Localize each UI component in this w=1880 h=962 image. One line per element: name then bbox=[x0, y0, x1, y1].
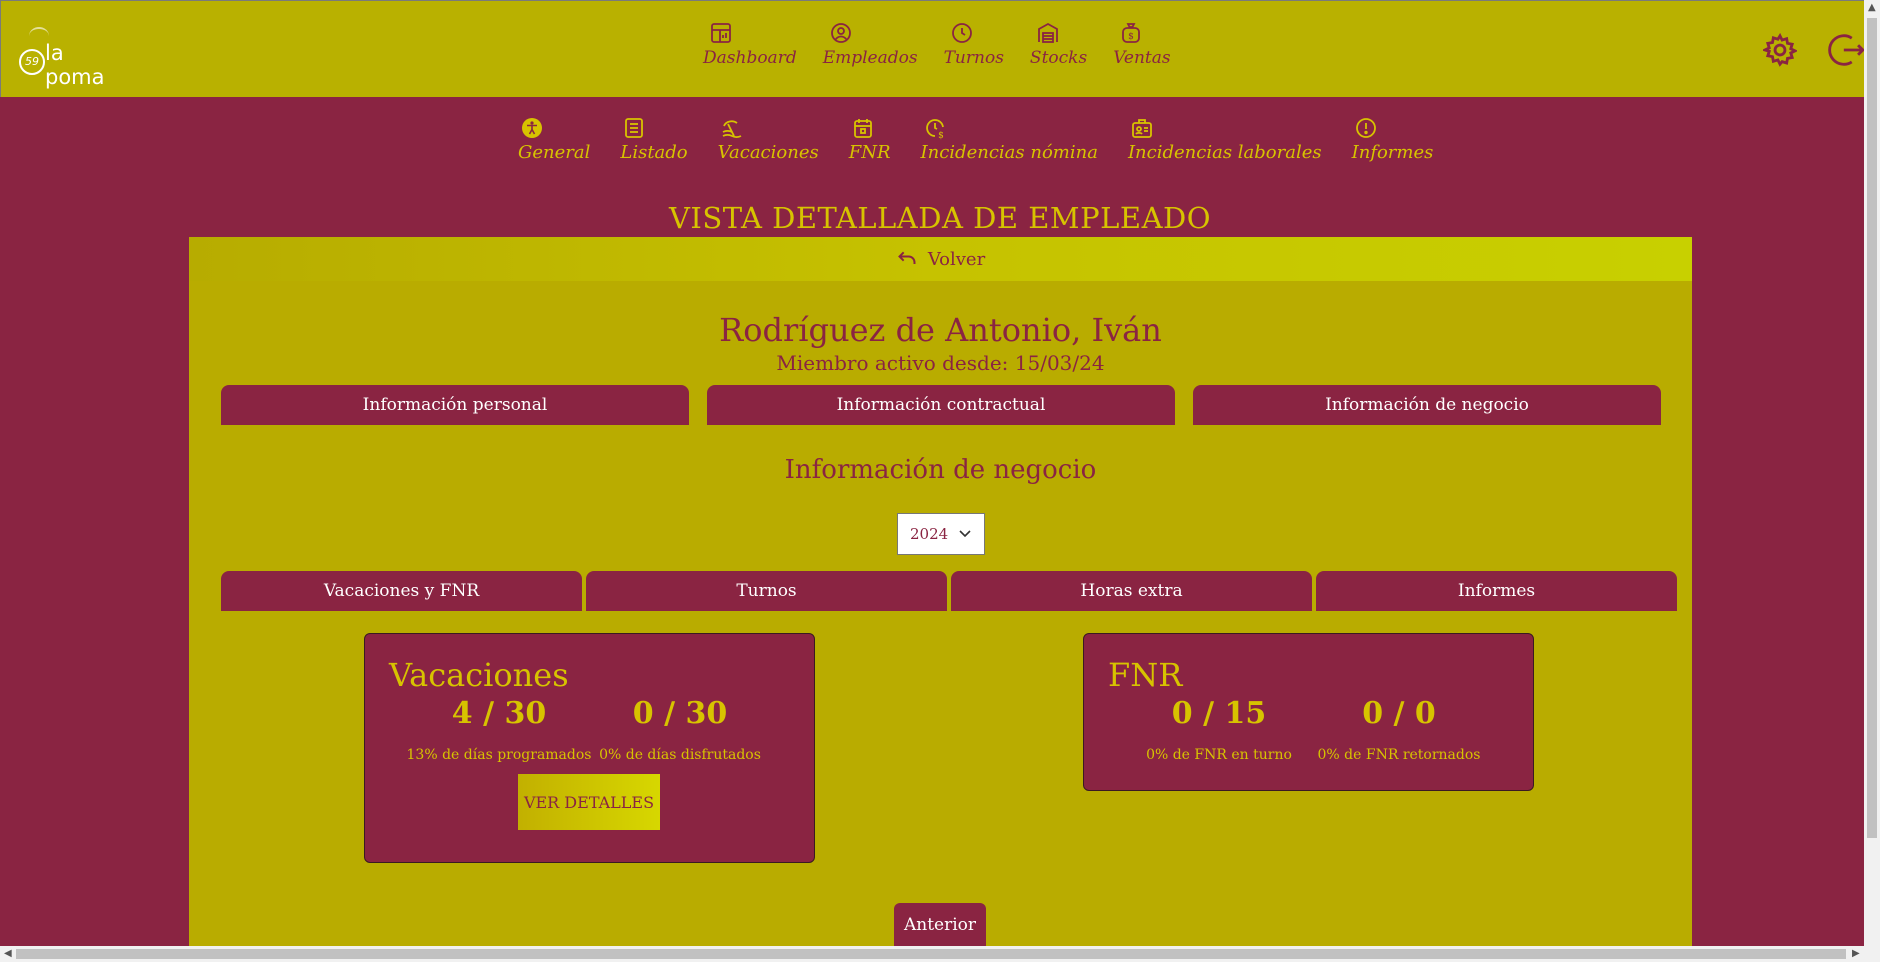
dashboard-icon bbox=[711, 23, 731, 43]
logo-text: la poma bbox=[45, 41, 105, 89]
fnr-card: FNR 0 / 15 0% de FNR en turno 0 / 0 0% d… bbox=[1083, 633, 1534, 791]
vertical-scroll-thumb[interactable] bbox=[1867, 18, 1877, 838]
subnav-label: Listado bbox=[620, 142, 688, 163]
subnav-item-listado[interactable]: Listado bbox=[620, 116, 688, 170]
vertical-scrollbar[interactable]: ▲ bbox=[1864, 0, 1880, 946]
back-label: Volver bbox=[927, 248, 986, 270]
tab-horas-extra[interactable]: Horas extra bbox=[951, 571, 1312, 611]
nav-item-turnos[interactable]: Turnos bbox=[944, 21, 1004, 81]
user-circle-icon bbox=[830, 23, 851, 43]
member-since: Miembro activo desde: 15/03/24 bbox=[776, 351, 1105, 375]
info-tabs: Información personal Información contrac… bbox=[221, 385, 1661, 425]
warehouse-icon bbox=[1038, 22, 1058, 43]
clock-dollar-icon: $ bbox=[925, 119, 944, 140]
year-select-value: 2024 bbox=[910, 525, 949, 543]
employee-name: Rodríguez de Antonio, Iván bbox=[719, 311, 1162, 349]
subnav-item-fnr[interactable]: FNR bbox=[849, 116, 891, 170]
section-title: Información de negocio bbox=[784, 455, 1097, 485]
ver-detalles-button[interactable]: VER DETALLES bbox=[518, 774, 660, 830]
settings-gear-icon[interactable] bbox=[1763, 33, 1797, 67]
svg-text:$: $ bbox=[1128, 32, 1134, 42]
vacaciones-card: Vacaciones 4 / 30 13% de días programado… bbox=[364, 633, 815, 863]
scroll-right-icon[interactable]: ▶ bbox=[1852, 948, 1860, 959]
accessibility-icon bbox=[522, 118, 542, 138]
tab-vacaciones-fnr[interactable]: Vacaciones y FNR bbox=[221, 571, 582, 611]
tab-turnos[interactable]: Turnos bbox=[586, 571, 947, 611]
nav-label: Turnos bbox=[943, 48, 1004, 68]
app-logo[interactable]: 59 la poma bbox=[19, 27, 129, 89]
nav-item-stocks[interactable]: Stocks bbox=[1030, 21, 1087, 81]
logo-badge: 59 bbox=[19, 49, 45, 75]
calendar-icon bbox=[853, 119, 872, 138]
scroll-up-icon[interactable]: ▲ bbox=[1868, 2, 1876, 13]
subnav-label: Informes bbox=[1351, 142, 1434, 163]
top-bar: 59 la poma Dashboard Empleados Turnos St… bbox=[0, 0, 1867, 97]
subnav-item-incidencias-laborales[interactable]: Incidencias laborales bbox=[1128, 116, 1322, 170]
alert-circle-icon bbox=[1355, 118, 1376, 138]
fnr-retornados-value: 0 / 0 bbox=[1362, 696, 1436, 731]
list-icon bbox=[625, 118, 644, 138]
nav-item-ventas[interactable]: $ Ventas bbox=[1113, 21, 1171, 81]
nav-item-empleados[interactable]: Empleados bbox=[823, 21, 918, 81]
clock-icon bbox=[951, 23, 972, 43]
employee-subnav: General Listado Vacaciones FNR $ Inciden… bbox=[518, 116, 1463, 170]
business-tabs: Vacaciones y FNR Turnos Horas extra Info… bbox=[221, 571, 1677, 611]
logout-icon[interactable] bbox=[1827, 31, 1867, 69]
nav-item-dashboard[interactable]: Dashboard bbox=[703, 21, 797, 81]
tab-informes[interactable]: Informes bbox=[1316, 571, 1677, 611]
subnav-label: Vacaciones bbox=[717, 142, 819, 163]
subnav-item-incidencias-nomina[interactable]: $ Incidencias nómina bbox=[921, 116, 1098, 170]
horizontal-scroll-thumb[interactable] bbox=[16, 949, 1846, 959]
vacaciones-disfrutados-value: 0 / 30 bbox=[632, 696, 728, 731]
employee-detail-panel: Volver Rodríguez de Antonio, Iván Miembr… bbox=[189, 237, 1692, 947]
id-badge-icon bbox=[1132, 119, 1152, 138]
subnav-item-vacaciones[interactable]: Vacaciones bbox=[718, 116, 819, 170]
vacaciones-programados-value: 4 / 30 bbox=[451, 696, 547, 731]
nav-label: Dashboard bbox=[703, 48, 797, 68]
subnav-label: General bbox=[518, 142, 591, 163]
chevron-down-icon bbox=[959, 530, 971, 538]
scroll-left-icon[interactable]: ◀ bbox=[4, 948, 12, 959]
tab-informacion-personal[interactable]: Información personal bbox=[221, 385, 689, 425]
fnr-retornados-label: 0% de FNR retornados bbox=[1317, 747, 1481, 763]
back-button[interactable]: Volver bbox=[189, 237, 1692, 281]
horizontal-scrollbar[interactable]: ◀ ▶ bbox=[0, 946, 1880, 962]
fnr-title: FNR bbox=[1108, 656, 1183, 694]
nav-label: Empleados bbox=[822, 48, 918, 68]
subnav-item-informes[interactable]: Informes bbox=[1351, 116, 1434, 170]
subnav-label: FNR bbox=[848, 142, 891, 163]
beach-icon bbox=[722, 120, 742, 139]
tab-informacion-contractual[interactable]: Información contractual bbox=[707, 385, 1175, 425]
subnav-label: Incidencias nómina bbox=[920, 142, 1098, 163]
vacaciones-disfrutados-label: 0% de días disfrutados bbox=[599, 747, 761, 763]
undo-arrow-icon bbox=[897, 251, 916, 264]
anterior-button[interactable]: Anterior bbox=[894, 903, 986, 947]
nav-label: Ventas bbox=[1113, 48, 1171, 68]
tab-informacion-negocio[interactable]: Información de negocio bbox=[1193, 385, 1661, 425]
money-bag-icon: $ bbox=[1122, 23, 1141, 43]
fnr-turno-value: 0 / 15 bbox=[1171, 696, 1267, 731]
svg-text:$: $ bbox=[938, 131, 944, 140]
page-title: VISTA DETALLADA DE EMPLEADO bbox=[668, 201, 1212, 235]
year-select[interactable]: 2024 bbox=[897, 513, 985, 555]
subnav-label: Incidencias laborales bbox=[1127, 142, 1322, 163]
nav-label: Stocks bbox=[1029, 48, 1088, 68]
vacaciones-title: Vacaciones bbox=[389, 656, 569, 694]
subnav-item-general[interactable]: General bbox=[518, 116, 590, 170]
main-nav: Dashboard Empleados Turnos Stocks $ Vent… bbox=[703, 21, 1197, 81]
